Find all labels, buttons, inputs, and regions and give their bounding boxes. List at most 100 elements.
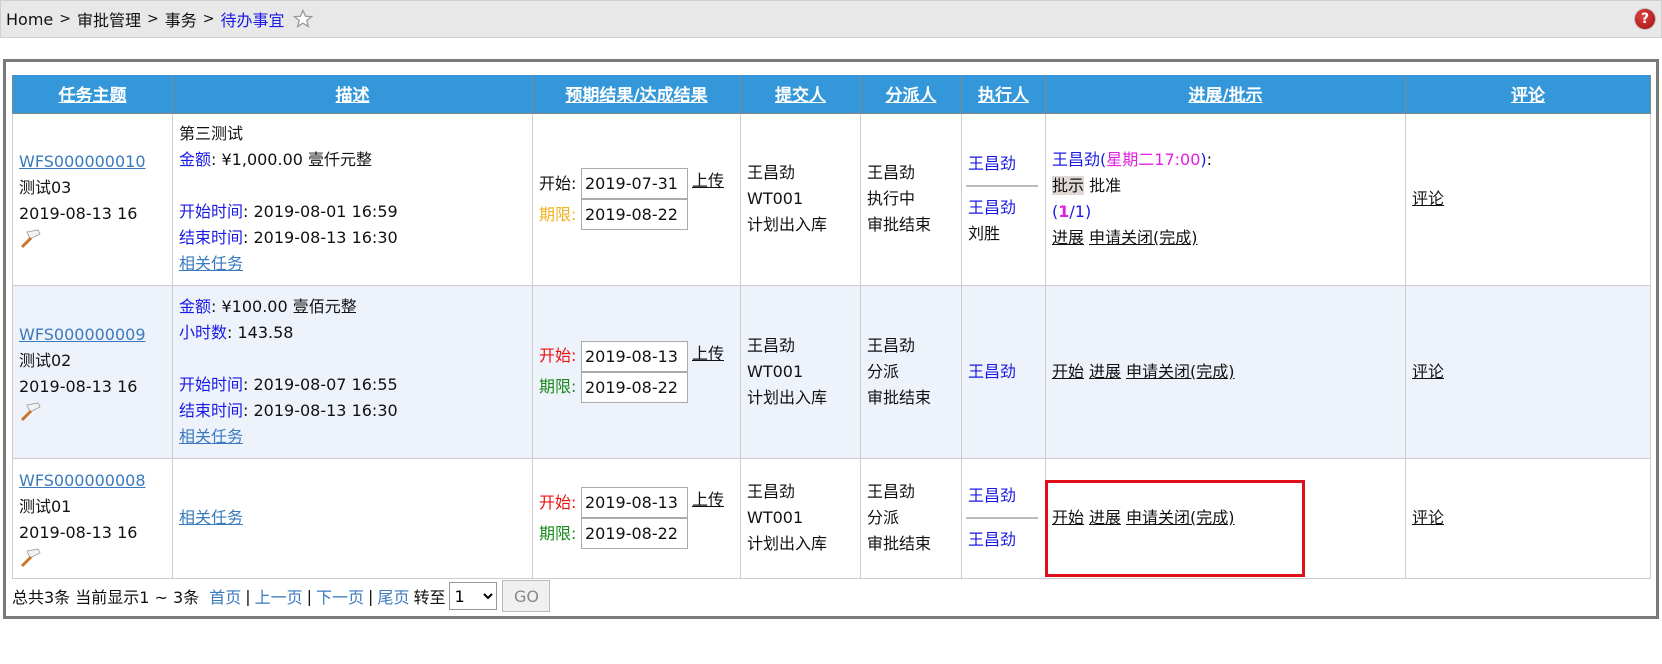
upload-link[interactable]: 上传 (692, 487, 724, 513)
request-close-link[interactable]: 申请关闭(完成) (1126, 362, 1235, 381)
breadcrumb-bar: Home > 审批管理 > 事务 > 待办事宜 ? (0, 0, 1662, 38)
date-start-input[interactable] (581, 168, 688, 199)
amount-value: : ¥1,000.00 壹仟元整 (211, 150, 373, 169)
header-submitter[interactable]: 提交人 (740, 75, 861, 114)
start-time-value: : 2019-08-01 16:59 (243, 202, 398, 221)
related-tasks-link[interactable]: 相关任务 (179, 505, 526, 531)
assigner-name: 王昌劲 (867, 335, 916, 355)
pagination: 总共3条 当前显示1 ~ 3条 首页 | 上一页 | 下一页 | 尾页 转至 1… (12, 580, 551, 612)
progress-count-current: 1 (1058, 202, 1070, 221)
page-select[interactable]: 1 (449, 582, 498, 610)
executor-divider (966, 517, 1038, 519)
end-time-value: : 2019-08-13 16:30 (243, 228, 398, 247)
date-limit-input[interactable] (581, 199, 688, 230)
related-tasks-link[interactable]: 相关任务 (179, 251, 526, 277)
breadcrumb-separator: > (147, 11, 159, 27)
table-header-row: 任务主题 描述 预期结果/达成结果 提交人 分派人 执行人 进展/批示 评论 (12, 75, 1651, 114)
header-description[interactable]: 描述 (172, 75, 533, 114)
submitter-code: WT001 (747, 189, 804, 208)
assigner-status: 执行中 (867, 189, 916, 208)
date-start-input[interactable] (581, 340, 688, 372)
star-outline-icon[interactable] (292, 8, 313, 29)
comment-cell: 评论 (1405, 457, 1651, 579)
description-cell: 相关任务 (172, 457, 533, 579)
breadcrumb-separator: > (202, 11, 215, 27)
submitter-name: 王昌劲 (747, 482, 796, 501)
date-start-label: 开始: (539, 346, 577, 365)
date-limit-input[interactable] (581, 518, 688, 549)
progress-cell: 开始 进展 申请关闭(完成) (1045, 284, 1406, 459)
date-limit-input[interactable] (581, 371, 688, 403)
progress-link[interactable]: 进展 (1089, 508, 1121, 527)
start-link[interactable]: 开始 (1052, 508, 1084, 527)
hours-label: 小时数 (179, 322, 228, 342)
amount-label: 金额 (179, 150, 212, 169)
go-button[interactable]: GO (502, 580, 551, 612)
task-id-link[interactable]: WFS000000008 (19, 468, 166, 494)
last-page-link[interactable]: 尾页 (377, 584, 409, 608)
submitter-name: 王昌劲 (747, 163, 796, 182)
header-executor[interactable]: 执行人 (961, 75, 1046, 114)
task-id-link[interactable]: WFS000000009 (19, 322, 166, 348)
progress-link[interactable]: 进展 (1089, 362, 1121, 381)
assigner-status: 分派 (867, 361, 900, 381)
upload-link[interactable]: 上传 (692, 341, 724, 367)
task-name: 测试02 (19, 350, 72, 370)
edit-icon[interactable] (19, 548, 41, 568)
progress-link[interactable]: 进展 (1052, 228, 1084, 247)
prev-page-link[interactable]: 上一页 (255, 584, 303, 608)
progress-author: 王昌劲 (1052, 150, 1101, 169)
edit-icon[interactable] (19, 402, 41, 422)
assigner-name: 王昌劲 (867, 482, 916, 501)
help-icon[interactable]: ? (1635, 9, 1655, 29)
task-time: 2019-08-13 16 (19, 204, 138, 223)
task-id-link[interactable]: WFS000000010 (19, 149, 166, 175)
table-row: WFS000000010 测试03 2019-08-13 16 第三测试 金额:… (12, 112, 1651, 286)
end-time-label: 结束时间 (179, 400, 244, 420)
assigner-name: 王昌劲 (867, 163, 916, 182)
edit-icon[interactable] (19, 229, 41, 249)
progress-cell: 王昌劲(星期二17:00): 批示 批准 (1/1) 进展 申请关闭(完成) (1045, 112, 1406, 286)
related-tasks-link[interactable]: 相关任务 (179, 424, 526, 450)
progress-count-total: 1 (1074, 202, 1085, 221)
task-subject-cell: WFS000000009 测试02 2019-08-13 16 (12, 284, 173, 459)
date-start-input[interactable] (581, 487, 688, 518)
submitter-cell: 王昌劲 WT001 计划出入库 (740, 457, 861, 579)
comment-link[interactable]: 评论 (1412, 508, 1444, 527)
header-progress[interactable]: 进展/批示 (1045, 75, 1406, 114)
header-assigner[interactable]: 分派人 (860, 75, 962, 114)
executor-cell: 王昌劲 王昌劲 (961, 457, 1046, 579)
task-time: 2019-08-13 16 (19, 376, 138, 396)
description-cell: 第三测试 金额: ¥1,000.00 壹仟元整 开始时间: 2019-08-01… (172, 112, 533, 286)
breadcrumb-affairs[interactable]: 事务 (165, 7, 197, 31)
executor-name: 王昌劲 (968, 198, 1017, 217)
amount-label: 金额 (179, 296, 212, 316)
date-start-label: 开始: (539, 173, 577, 193)
task-name: 测试01 (19, 497, 72, 516)
task-subject-cell: WFS000000010 测试03 2019-08-13 16 (12, 112, 173, 286)
header-task-subject[interactable]: 任务主题 (12, 75, 173, 114)
breadcrumb-approval-management[interactable]: 审批管理 (77, 7, 141, 31)
header-expected-result[interactable]: 预期结果/达成结果 (532, 75, 741, 114)
table-row: WFS000000008 测试01 2019-08-13 16 相关任务 开始:… (12, 457, 1651, 579)
header-comment[interactable]: 评论 (1405, 75, 1651, 114)
start-time-label: 开始时间 (179, 374, 244, 394)
comment-link[interactable]: 评论 (1412, 189, 1444, 208)
dates-cell: 开始: 期限: 上传 (532, 284, 741, 459)
request-close-link[interactable]: 申请关闭(完成) (1089, 228, 1198, 247)
pager-divider: | (368, 586, 374, 606)
end-time-label: 结束时间 (179, 228, 244, 247)
upload-link[interactable]: 上传 (692, 168, 724, 194)
executor-cell: 王昌劲 王昌劲 刘胜 (961, 112, 1046, 286)
next-page-link[interactable]: 下一页 (316, 584, 364, 608)
executor-name: 王昌劲 (968, 154, 1017, 173)
breadcrumb-home[interactable]: Home (6, 10, 53, 29)
dates-cell: 开始: 期限: 上传 (532, 112, 741, 286)
dates-cell: 开始: 期限: 上传 (532, 457, 741, 579)
start-link[interactable]: 开始 (1052, 362, 1084, 381)
request-close-link[interactable]: 申请关闭(完成) (1126, 508, 1235, 527)
pager-divider: | (306, 586, 313, 606)
first-page-link[interactable]: 首页 (209, 584, 241, 608)
comment-link[interactable]: 评论 (1412, 362, 1444, 381)
instruction-tag: 批示 (1052, 176, 1085, 195)
